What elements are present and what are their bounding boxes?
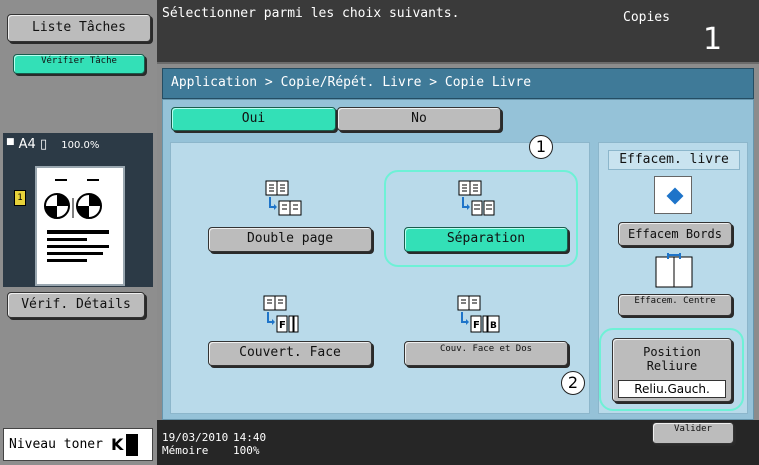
paper-orientation-icon: ▯ — [39, 137, 48, 152]
tray-icon: ■ — [6, 137, 15, 147]
binding-position-title: Position Reliure — [643, 345, 701, 373]
callout-number-1: 1 — [529, 135, 553, 159]
copy-set-icon: 1 — [14, 190, 26, 206]
cover-face-back-button[interactable]: Couv. Face et Dos — [404, 341, 568, 366]
breadcrumb: Application > Copie/Répét. Livre > Copie… — [171, 75, 532, 90]
svg-text:F: F — [473, 320, 480, 331]
separation-icon — [458, 180, 495, 216]
binding-position-button[interactable]: Position Reliure Reliu.Gauch. — [612, 338, 732, 402]
mode-label: Copies — [623, 10, 670, 25]
no-toggle-button[interactable]: No — [337, 107, 501, 131]
double-page-layout-icon — [44, 179, 109, 262]
yes-toggle-button[interactable]: Oui — [171, 107, 336, 131]
callout-number-2: 2 — [561, 371, 585, 395]
paper-size: A4 — [18, 137, 36, 152]
validate-button[interactable]: Valider — [652, 422, 734, 444]
check-job-button[interactable]: Vérifier Tâche — [13, 54, 145, 74]
date-display: 19/03/2010 — [162, 431, 229, 444]
erase-frame-button[interactable]: Effacem Bords — [618, 222, 732, 246]
erase-frame-icon — [654, 176, 692, 214]
double-page-icon — [265, 180, 302, 216]
memory-value: 100% — [233, 444, 260, 457]
erase-center-button[interactable]: Effacem. Centre — [618, 294, 732, 316]
copy-count: 1 — [703, 22, 723, 57]
toner-label: Niveau toner — [9, 437, 103, 452]
double-page-button[interactable]: Double page — [208, 227, 372, 252]
toner-level-bar — [126, 434, 138, 456]
check-details-button[interactable]: Vérif. Détails — [7, 292, 145, 318]
page-preview-thumbnail — [35, 166, 125, 286]
separation-button[interactable]: Séparation — [404, 227, 568, 252]
job-list-button[interactable]: Liste Tâches — [7, 14, 151, 42]
preview-paper-info: ■ A4 ▯ 100.0% — [6, 137, 99, 152]
instruction-message: Sélectionner parmi les choix suivants. — [162, 6, 460, 21]
time-display: 14:40 — [233, 431, 267, 444]
erase-center-icon — [655, 253, 693, 288]
binding-position-value: Reliu.Gauch. — [618, 380, 726, 398]
svg-text:B: B — [490, 321, 497, 331]
cover-face-icon: F — [263, 295, 299, 333]
cover-face-button[interactable]: Couvert. Face — [208, 341, 372, 366]
cover-face-back-icon: F B — [457, 295, 500, 333]
memory-label: Mémoire — [162, 444, 209, 457]
zoom-ratio: 100.0% — [61, 140, 100, 151]
toner-level-indicator: Niveau toner K — [3, 428, 153, 461]
book-erase-title: Effacem. livre — [608, 150, 740, 170]
toner-color-label: K — [111, 435, 124, 454]
svg-text:F: F — [279, 320, 286, 331]
